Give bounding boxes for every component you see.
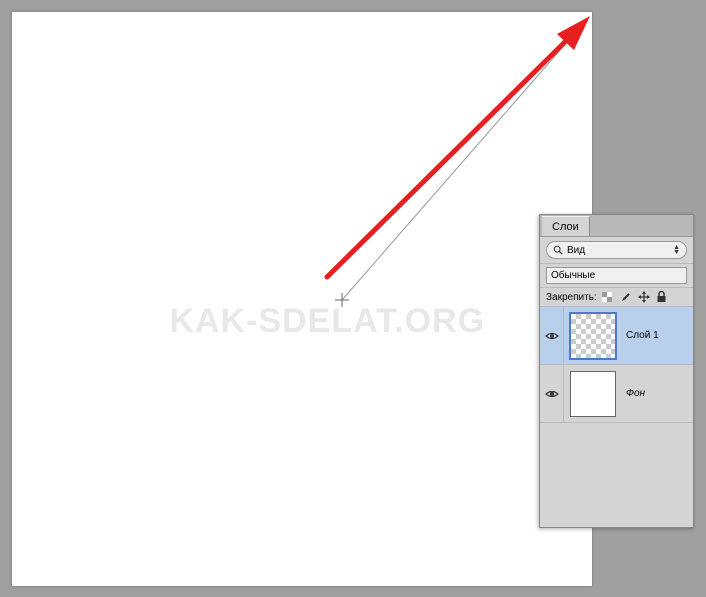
canvas-drawing — [12, 12, 592, 586]
layer-filter-dropdown[interactable]: Вид ▲▼ — [546, 241, 687, 259]
layer-name[interactable]: Слой 1 — [622, 330, 659, 341]
lock-paint-icon[interactable] — [620, 291, 632, 303]
layer-visibility-toggle[interactable] — [540, 365, 564, 422]
layer-thumbnail-wrap — [564, 367, 622, 421]
search-icon — [553, 245, 563, 255]
filter-label: Вид — [567, 245, 669, 256]
blend-mode-value: Обычные — [551, 270, 595, 281]
layer-visibility-toggle[interactable] — [540, 307, 564, 364]
layers-panel: Слои Вид ▲▼ Обычные Закрепить: — [539, 214, 694, 528]
lock-label: Закрепить: — [546, 292, 597, 303]
layers-list: Слой 1 Фон — [540, 307, 693, 527]
stepper-icon: ▲▼ — [673, 245, 680, 255]
layer-row[interactable]: Слой 1 — [540, 307, 693, 365]
panel-tab-bar: Слои — [540, 215, 693, 237]
lock-move-icon[interactable] — [638, 291, 650, 303]
lock-icons-group — [602, 291, 668, 303]
layer-thumbnail[interactable] — [570, 371, 616, 417]
layers-tab[interactable]: Слои — [542, 216, 590, 236]
blend-mode-row: Обычные — [540, 263, 693, 287]
watermark-text: KAK-SDELAT.ORG — [169, 302, 485, 341]
lock-row: Закрепить: — [540, 287, 693, 307]
layer-row[interactable]: Фон — [540, 365, 693, 423]
layer-thumbnail-wrap — [564, 309, 622, 363]
panel-filter-row: Вид ▲▼ — [540, 237, 693, 263]
layer-thumbnail[interactable] — [570, 313, 616, 359]
blend-mode-dropdown[interactable]: Обычные — [546, 267, 687, 284]
eye-icon — [545, 331, 559, 341]
lock-transparency-icon[interactable] — [602, 291, 614, 303]
layer-name[interactable]: Фон — [622, 388, 645, 399]
eye-icon — [545, 389, 559, 399]
canvas-workspace[interactable]: KAK-SDELAT.ORG — [12, 12, 592, 586]
lock-all-icon[interactable] — [656, 291, 668, 303]
